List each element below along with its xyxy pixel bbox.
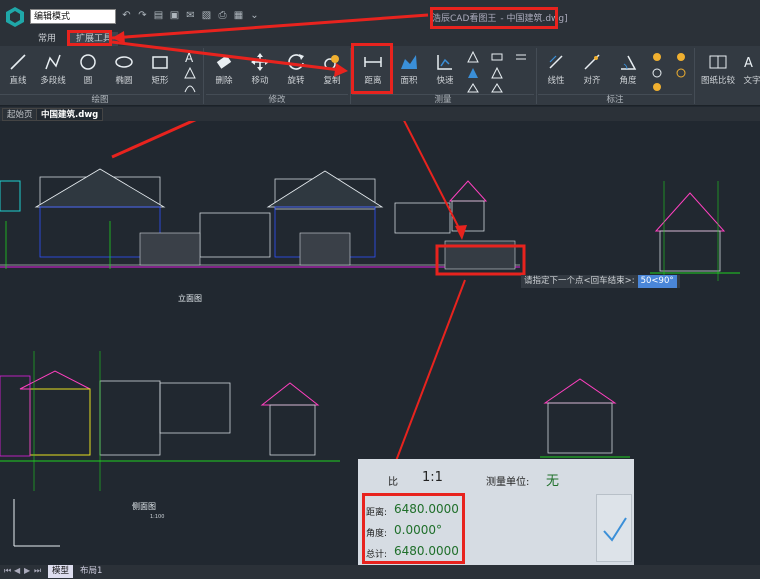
measure-result-panel: 比 1:1 测量单位: 无 距离: 6480.0000 角度: 0.0000° … xyxy=(358,459,634,565)
confirm-button[interactable] xyxy=(596,494,632,562)
section-drawing-lower-right xyxy=(540,378,630,458)
tab-highlight xyxy=(67,30,112,46)
tab-scroll-next-icon[interactable]: ▶ xyxy=(24,566,30,575)
unit-label: 测量单位: xyxy=(486,477,530,488)
section-drawing-right xyxy=(650,181,740,281)
unit-value: 无 xyxy=(546,474,560,489)
tab-layout1[interactable]: 布局1 xyxy=(76,565,106,578)
front-elevation-drawing: 立面图 xyxy=(0,168,520,303)
command-prompt: 请指定下一个点<回车结束>: 50<90° xyxy=(521,275,680,288)
tab-scroll-first-icon[interactable]: ⏮ xyxy=(4,566,11,576)
total-value: 6480.0000 xyxy=(394,544,459,558)
tab-model[interactable]: 模型 xyxy=(48,565,74,578)
distance-value: 6480.0000 xyxy=(394,502,459,516)
layout-tabbar: ⏮ ◀ ▶ ⏭ 模型 布局1 xyxy=(0,565,760,579)
total-label: 总计: xyxy=(366,550,388,560)
command-prompt-text: 请指定下一个点<回车结束>: xyxy=(524,276,635,286)
checkmark-icon xyxy=(603,517,627,542)
distance-tool-highlight xyxy=(351,43,393,94)
distance-label: 距离: xyxy=(366,508,388,518)
ratio-value: 1:1 xyxy=(422,470,443,485)
tab-scroll-prev-icon[interactable]: ◀ xyxy=(14,566,20,575)
ratio-label: 比 xyxy=(388,477,398,488)
ucs-axis-icon xyxy=(13,499,60,547)
command-input[interactable]: 50<90° xyxy=(637,275,677,288)
side-elevation-scale: 1:100 xyxy=(150,514,164,520)
angle-label: 角度: xyxy=(366,529,388,539)
side-elevation-title: 侧面图 xyxy=(132,501,156,511)
title-highlight xyxy=(430,7,558,29)
tab-scroll-last-icon[interactable]: ⏭ xyxy=(34,566,41,576)
front-elevation-title: 立面图 xyxy=(178,293,202,303)
side-elevation-drawing: 侧面图 1:100 xyxy=(0,351,340,520)
angle-value: 0.0000° xyxy=(394,523,442,537)
